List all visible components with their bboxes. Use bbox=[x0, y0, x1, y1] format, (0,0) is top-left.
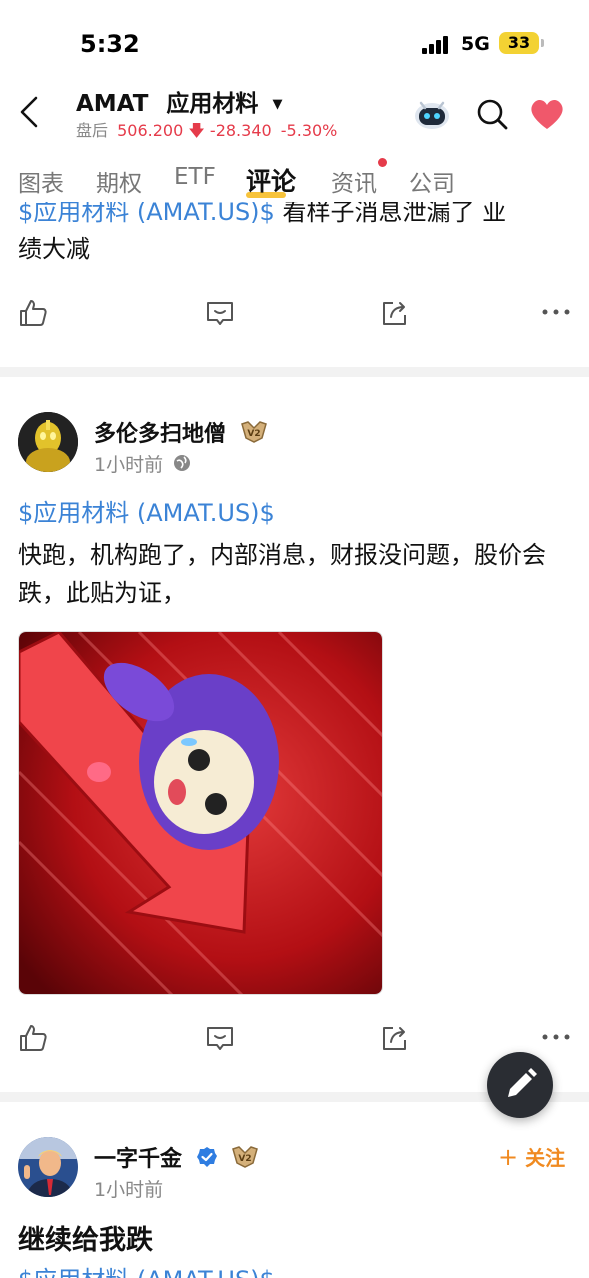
like-icon[interactable] bbox=[18, 298, 52, 332]
follow-label: 关注 bbox=[525, 1146, 566, 1170]
down-arrow-icon: 🡇 bbox=[188, 121, 205, 140]
level-badge-text: V2 bbox=[247, 429, 260, 439]
like-icon[interactable] bbox=[18, 1023, 52, 1057]
share-icon[interactable] bbox=[380, 298, 414, 332]
tab-etf[interactable]: ETF bbox=[174, 164, 216, 190]
post-body: 绩大减 bbox=[18, 235, 90, 263]
tab-options[interactable]: 期权 bbox=[96, 164, 142, 198]
back-arrow-icon[interactable] bbox=[14, 92, 46, 132]
post-title: 继续给我跌 bbox=[18, 1225, 153, 1256]
tab-news[interactable]: 资讯 bbox=[331, 164, 377, 198]
session-label: 盘后 bbox=[76, 121, 109, 140]
cashtag-text: $应用材料 (AMAT.US)$ bbox=[18, 1266, 275, 1278]
tab-company[interactable]: 公司 bbox=[409, 164, 455, 198]
post-body: 快跑，机构跑了，内部消息，财报没问题，股价会跌，此贴为证， bbox=[18, 541, 546, 607]
cashtag-link[interactable]: $应用材料 (AMAT.US)$ bbox=[0, 1262, 589, 1278]
quote-change: -28.340 bbox=[209, 121, 272, 140]
compose-button[interactable] bbox=[487, 1052, 553, 1118]
cashtag-link[interactable]: $应用材料 (AMAT.US)$ bbox=[18, 198, 275, 226]
heart-icon[interactable] bbox=[528, 96, 566, 132]
news-notification-dot bbox=[378, 158, 387, 167]
after-hours-quote: 盘后 506.200 🡇 -28.340 -5.30% bbox=[76, 117, 337, 147]
cashtag-link[interactable]: $应用材料 (AMAT.US)$ bbox=[0, 495, 589, 531]
more-icon[interactable] bbox=[542, 302, 576, 336]
post-actions bbox=[0, 298, 589, 338]
level-badge-icon: V2 bbox=[240, 420, 268, 450]
robot-assistant-icon[interactable] bbox=[412, 94, 452, 134]
author-name[interactable]: 一字千金 V2 bbox=[94, 1141, 259, 1175]
signal-icon bbox=[422, 36, 452, 54]
post-time: 1小时前 bbox=[94, 1179, 164, 1201]
stock-header: AMAT 应用材料 ▼ 盘后 506.200 🡇 -28.340 -5.30% bbox=[0, 84, 589, 144]
tab-bar: 图表 期权 ETF 评论 资讯 公司 bbox=[0, 156, 589, 202]
avatar[interactable] bbox=[18, 412, 78, 472]
level-badge-text: V2 bbox=[239, 1154, 252, 1164]
follow-button[interactable]: + 关注 bbox=[498, 1142, 565, 1171]
post-meta: 1小时前 bbox=[94, 450, 191, 477]
tab-chart[interactable]: 图表 bbox=[18, 164, 64, 198]
post-image[interactable] bbox=[18, 631, 383, 995]
level-badge-icon: V2 bbox=[231, 1145, 259, 1175]
stock-title[interactable]: AMAT 应用材料 ▼ bbox=[76, 84, 282, 118]
author-name-text: 一字千金 bbox=[94, 1147, 183, 1172]
quote-change-pct: -5.30% bbox=[280, 121, 338, 140]
post-divider bbox=[0, 367, 589, 377]
comment-icon[interactable] bbox=[205, 298, 239, 332]
stock-symbol: AMAT bbox=[76, 91, 149, 117]
post-text-line: 看样子消息泄漏了 业 bbox=[274, 198, 507, 226]
status-bar: 5:32 5G 33 bbox=[0, 0, 589, 84]
comment-icon[interactable] bbox=[205, 1023, 239, 1057]
globe-icon bbox=[173, 454, 191, 477]
pencil-icon bbox=[508, 1068, 537, 1097]
plus-icon: + bbox=[498, 1143, 519, 1171]
author-name[interactable]: 多伦多扫地僧 V2 bbox=[94, 416, 268, 450]
search-icon[interactable] bbox=[474, 96, 510, 132]
chevron-down-icon[interactable]: ▼ bbox=[272, 97, 282, 112]
network-type: 5G bbox=[461, 33, 490, 55]
share-icon[interactable] bbox=[380, 1023, 414, 1057]
battery-icon: 33 bbox=[499, 32, 544, 54]
cashtag-text: $应用材料 (AMAT.US)$ bbox=[18, 499, 275, 527]
status-time: 5:32 bbox=[80, 30, 140, 58]
tab-comments[interactable]: 评论 bbox=[246, 162, 296, 198]
quote-price: 506.200 bbox=[117, 121, 184, 140]
author-name-text: 多伦多扫地僧 bbox=[94, 422, 227, 447]
post-time: 1小时前 bbox=[94, 454, 164, 476]
avatar[interactable] bbox=[18, 1137, 78, 1197]
stock-name: 应用材料 bbox=[166, 91, 259, 117]
verified-icon bbox=[196, 1146, 218, 1174]
